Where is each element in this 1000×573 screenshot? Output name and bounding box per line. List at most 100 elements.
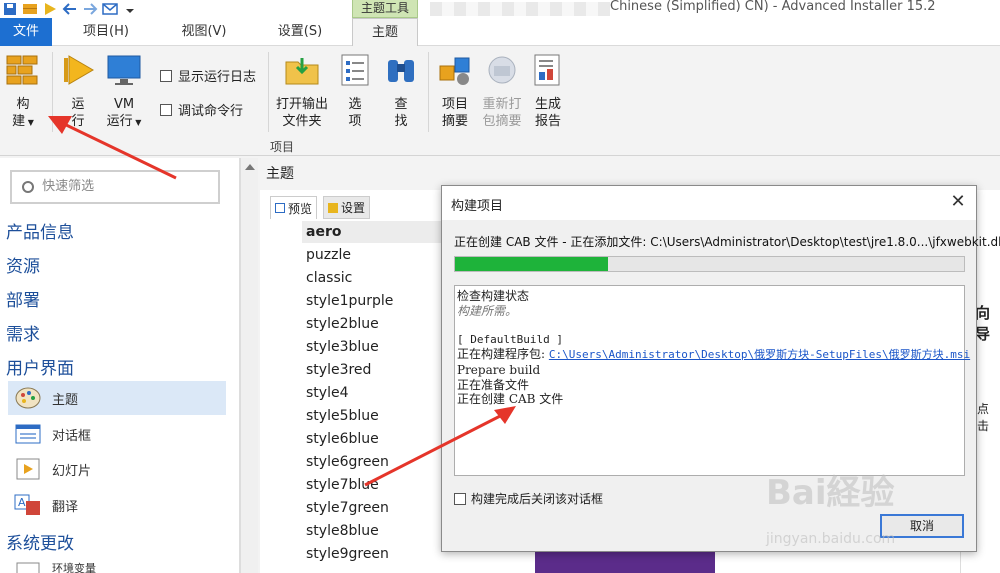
translate-icon: A: [14, 494, 40, 515]
build-log[interactable]: 检查构建状态 构建所需。 [ DefaultBuild ] 正在构建程序包: C…: [454, 285, 970, 476]
tab-preview[interactable]: 预览: [270, 196, 318, 219]
dialog-icon: [15, 424, 41, 444]
scroll-up-icon[interactable]: [245, 164, 255, 170]
open-output-folder-button[interactable]: 打开输出 文件夹: [274, 52, 330, 130]
show-run-log-checkbox[interactable]: 显示运行日志: [160, 66, 256, 85]
theme-item[interactable]: aero: [302, 221, 452, 243]
find-label-1: 查: [394, 97, 408, 112]
chevron-down-icon: ▼: [25, 118, 34, 127]
debug-cmdline-checkbox[interactable]: 调试命令行: [160, 100, 243, 119]
close-icon[interactable]: ✕: [946, 191, 970, 215]
window-title: Chinese (Simplified) CN) - Advanced Inst…: [610, 0, 936, 14]
nav-section-product-info[interactable]: 产品信息: [6, 218, 74, 243]
build-progress-bar: [454, 256, 965, 272]
preview-icon: [275, 203, 285, 213]
theme-item[interactable]: style1purple: [302, 290, 452, 312]
options-icon: [341, 54, 369, 86]
nav-section-system-changes[interactable]: 系统更改: [6, 529, 74, 554]
quick-filter-input[interactable]: 快速筛选: [10, 170, 220, 204]
baidu-watermark: Bai経验: [766, 473, 895, 513]
tab-view[interactable]: 视图(V): [158, 18, 250, 46]
log-prefix: 正在构建程序包:: [457, 347, 549, 362]
log-line: 检查构建状态: [457, 289, 530, 303]
log-blank: [457, 318, 962, 333]
repack-summary-button[interactable]: 重新打 包摘要: [480, 52, 524, 130]
nav-item-label: 幻灯片: [52, 463, 92, 479]
checkbox-box[interactable]: [160, 103, 172, 116]
nav-item-theme[interactable]: 主题: [8, 381, 226, 415]
search-icon: [22, 180, 34, 193]
log-line: 正在准备文件: [457, 377, 530, 392]
theme-item[interactable]: style7green: [302, 497, 452, 519]
vm-run-button[interactable]: VM 运行 ▼: [104, 52, 144, 131]
build-button[interactable]: 构 建 ▼: [4, 52, 42, 131]
mail-icon[interactable]: [102, 2, 118, 16]
theme-item[interactable]: style2blue: [302, 313, 452, 335]
nav-section-resources[interactable]: 资源: [6, 252, 40, 277]
theme-item[interactable]: style9green: [302, 543, 452, 565]
tab-settings[interactable]: 设置(S): [250, 18, 350, 46]
project-summary-button[interactable]: 项目 摘要: [434, 52, 476, 130]
dialog-titlebar: [442, 186, 976, 220]
checkbox-box[interactable]: [454, 492, 466, 505]
generate-report-button[interactable]: 生成 报告: [528, 52, 568, 130]
preview-text-fragment: 向导: [975, 304, 991, 343]
tab-theme[interactable]: 主题: [352, 18, 418, 46]
debug-cmdline-label: 调试命令行: [178, 104, 244, 119]
theme-item[interactable]: style6green: [302, 451, 452, 473]
options-label-2: 项: [348, 114, 362, 129]
tab-settings-sub[interactable]: 设置: [323, 196, 371, 219]
theme-item[interactable]: style8blue: [302, 520, 452, 542]
nav-item-translate[interactable]: A 翻译: [8, 488, 226, 522]
tab-file[interactable]: 文件: [0, 18, 52, 46]
quick-filter-placeholder: 快速筛选: [42, 179, 95, 194]
build-icon[interactable]: [22, 2, 38, 16]
quick-access-toolbar: [0, 0, 138, 18]
theme-item[interactable]: style5blue: [302, 405, 452, 427]
generate-report-label-2: 报告: [534, 114, 561, 129]
run-icon[interactable]: [42, 2, 58, 16]
theme-item[interactable]: style3red: [302, 359, 452, 381]
nav-section-ui[interactable]: 用户界面: [6, 354, 74, 379]
nav-item-dialogs[interactable]: 对话框: [8, 417, 226, 451]
nav-section-deploy[interactable]: 部署: [6, 286, 40, 311]
msi-path-link[interactable]: C:\Users\Administrator\Desktop\俄罗斯方块-Set…: [549, 348, 970, 361]
left-panel-scrollbar[interactable]: [240, 158, 258, 573]
theme-item[interactable]: puzzle: [302, 244, 452, 266]
edit-icon: [328, 202, 339, 213]
theme-item[interactable]: style7blue: [302, 474, 452, 496]
find-button[interactable]: 查 找: [384, 52, 418, 130]
checkbox-box[interactable]: [160, 69, 172, 82]
build-label-1: 构: [16, 97, 30, 112]
theme-item[interactable]: style6blue: [302, 428, 452, 450]
theme-subtabs: 预览 设置: [270, 196, 371, 219]
save-icon[interactable]: [2, 2, 18, 16]
nav-section-requirements[interactable]: 需求: [6, 320, 40, 345]
dialog-title: 构建项目: [451, 199, 504, 214]
forward-icon[interactable]: [82, 2, 98, 16]
left-nav-panel: 快速筛选 产品信息 资源 部署 需求 用户界面 主题 对话框 幻灯片 A 翻译 …: [0, 158, 240, 573]
ribbon-separator: [52, 52, 53, 132]
customize-dropdown-icon[interactable]: [122, 2, 138, 16]
run-icon: [64, 55, 94, 85]
vm-run-label-2: 运行 ▼: [106, 114, 142, 129]
folder-icon: [285, 58, 319, 85]
theme-item[interactable]: style3blue: [302, 336, 452, 358]
theme-item[interactable]: style4: [302, 382, 452, 404]
theme-item[interactable]: classic: [302, 267, 452, 289]
tab-project[interactable]: 项目(H): [60, 18, 152, 46]
bricks-icon: [6, 55, 38, 85]
close-after-build-checkbox[interactable]: 构建完成后关闭该对话框: [454, 490, 603, 507]
vm-run-label-1: VM: [113, 97, 135, 112]
svg-text:A: A: [18, 496, 26, 509]
tab-preview-label: 预览: [288, 201, 313, 216]
options-button[interactable]: 选 项: [338, 52, 372, 130]
back-icon[interactable]: [62, 2, 78, 16]
report-icon: [534, 54, 560, 86]
run-button[interactable]: 运 行: [60, 52, 96, 130]
options-label-1: 选: [348, 97, 362, 112]
nav-item-slideshow[interactable]: 幻灯片: [8, 452, 226, 486]
tab-settings-label: 设置: [341, 201, 366, 215]
nav-item-env-vars[interactable]: 环境变量: [8, 560, 226, 573]
preview-text-fragment: 点击: [977, 402, 990, 433]
